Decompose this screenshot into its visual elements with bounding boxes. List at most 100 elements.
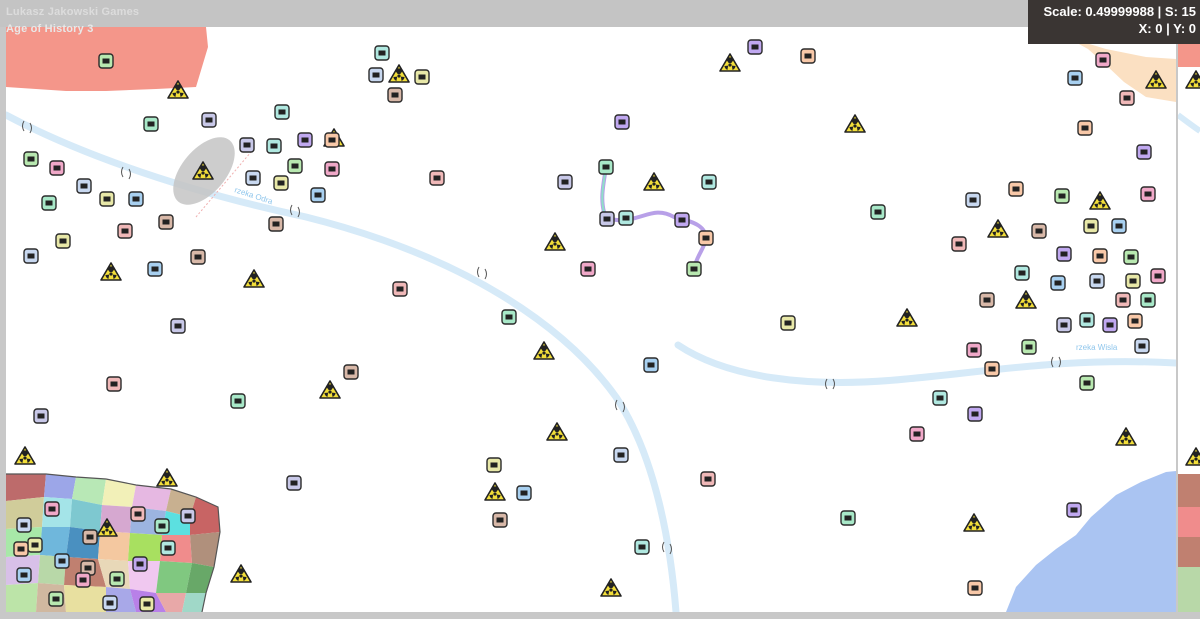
city-marker-icon[interactable] [1150,268,1166,284]
city-marker-icon[interactable] [643,357,659,373]
city-marker-icon[interactable] [286,475,302,491]
city-marker-icon[interactable] [1014,265,1030,281]
city-marker-icon[interactable] [614,114,630,130]
city-marker-icon[interactable] [102,595,118,611]
city-marker-icon[interactable] [27,537,43,553]
city-marker-icon[interactable] [16,517,32,533]
city-marker-icon[interactable] [1008,181,1024,197]
city-marker-icon[interactable] [160,540,176,556]
city-marker-icon[interactable] [147,261,163,277]
city-marker-icon[interactable] [1079,312,1095,328]
city-marker-icon[interactable] [700,471,716,487]
city-marker-icon[interactable] [414,69,430,85]
city-marker-icon[interactable] [1102,317,1118,333]
city-marker-icon[interactable] [965,192,981,208]
city-marker-icon[interactable] [800,48,816,64]
city-marker-icon[interactable] [128,191,144,207]
city-marker-icon[interactable] [170,318,186,334]
city-marker-icon[interactable] [634,539,650,555]
city-marker-icon[interactable] [1066,502,1082,518]
city-marker-icon[interactable] [1136,144,1152,160]
city-marker-icon[interactable] [392,281,408,297]
city-marker-icon[interactable] [1140,292,1156,308]
city-marker-icon[interactable] [268,216,284,232]
city-marker-icon[interactable] [54,553,70,569]
city-marker-icon[interactable] [273,175,289,191]
city-marker-icon[interactable] [13,541,29,557]
city-marker-icon[interactable] [909,426,925,442]
city-marker-icon[interactable] [132,556,148,572]
city-marker-icon[interactable] [324,161,340,177]
city-marker-icon[interactable] [75,572,91,588]
city-marker-icon[interactable] [486,457,502,473]
city-marker-icon[interactable] [1123,249,1139,265]
city-marker-icon[interactable] [33,408,49,424]
city-marker-icon[interactable] [106,376,122,392]
city-marker-icon[interactable] [1054,188,1070,204]
city-marker-icon[interactable] [599,211,615,227]
city-marker-icon[interactable] [324,132,340,148]
city-marker-icon[interactable] [984,361,1000,377]
city-marker-icon[interactable] [274,104,290,120]
city-marker-icon[interactable] [44,501,60,517]
city-marker-icon[interactable] [747,39,763,55]
city-marker-icon[interactable] [429,170,445,186]
city-marker-icon[interactable] [686,261,702,277]
city-marker-icon[interactable] [1056,246,1072,262]
city-marker-icon[interactable] [1031,223,1047,239]
city-marker-icon[interactable] [48,591,64,607]
city-marker-icon[interactable] [230,393,246,409]
city-marker-icon[interactable] [16,567,32,583]
city-marker-icon[interactable] [951,236,967,252]
city-marker-icon[interactable] [1089,273,1105,289]
city-marker-icon[interactable] [76,178,92,194]
city-marker-icon[interactable] [1050,275,1066,291]
map-canvas[interactable]: rzeka Odra rzeka Wisla [6,27,1176,612]
city-marker-icon[interactable] [41,195,57,211]
city-marker-icon[interactable] [1092,248,1108,264]
city-marker-icon[interactable] [1140,186,1156,202]
city-marker-icon[interactable] [598,159,614,175]
city-marker-icon[interactable] [23,248,39,264]
city-marker-icon[interactable] [130,506,146,522]
city-marker-icon[interactable] [557,174,573,190]
city-marker-icon[interactable] [580,261,596,277]
city-marker-icon[interactable] [55,233,71,249]
city-marker-icon[interactable] [501,309,517,325]
city-marker-icon[interactable] [23,151,39,167]
city-marker-icon[interactable] [117,223,133,239]
city-marker-icon[interactable] [287,158,303,174]
city-marker-icon[interactable] [154,518,170,534]
city-marker-icon[interactable] [180,508,196,524]
city-marker-icon[interactable] [492,512,508,528]
city-marker-icon[interactable] [1095,52,1111,68]
city-marker-icon[interactable] [109,571,125,587]
city-marker-icon[interactable] [979,292,995,308]
city-marker-icon[interactable] [698,230,714,246]
city-marker-icon[interactable] [870,204,886,220]
city-marker-icon[interactable] [158,214,174,230]
city-marker-icon[interactable] [1111,218,1127,234]
city-marker-icon[interactable] [1119,90,1135,106]
city-marker-icon[interactable] [1056,317,1072,333]
city-marker-icon[interactable] [780,315,796,331]
city-marker-icon[interactable] [297,132,313,148]
city-marker-icon[interactable] [139,596,155,612]
city-marker-icon[interactable] [245,170,261,186]
city-marker-icon[interactable] [1077,120,1093,136]
city-marker-icon[interactable] [387,87,403,103]
city-marker-icon[interactable] [49,160,65,176]
city-marker-icon[interactable] [516,485,532,501]
city-marker-icon[interactable] [1079,375,1095,391]
city-marker-icon[interactable] [840,510,856,526]
city-marker-icon[interactable] [310,187,326,203]
city-marker-icon[interactable] [1134,338,1150,354]
map-view[interactable]: rzeka Odra rzeka Wisla [6,27,1176,612]
city-marker-icon[interactable] [967,406,983,422]
city-marker-icon[interactable] [343,364,359,380]
city-marker-icon[interactable] [1067,70,1083,86]
city-marker-icon[interactable] [143,116,159,132]
city-marker-icon[interactable] [1021,339,1037,355]
city-marker-icon[interactable] [1125,273,1141,289]
city-marker-icon[interactable] [1127,313,1143,329]
